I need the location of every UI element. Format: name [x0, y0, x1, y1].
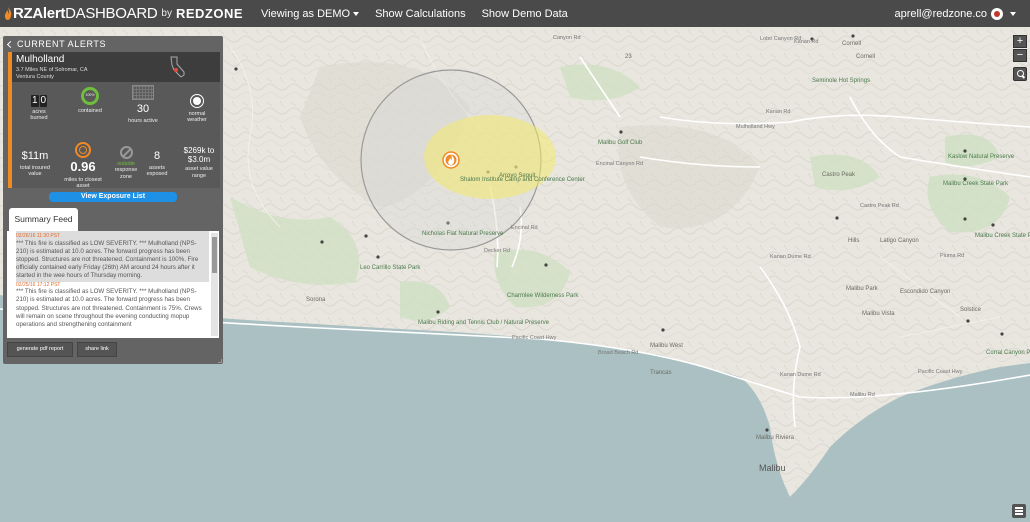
map-label: Hills — [848, 238, 860, 244]
panel-header[interactable]: CURRENT ALERTS — [6, 39, 106, 49]
feed-text: *** This fire is classified as LOW SEVER… — [16, 288, 202, 328]
zoom-in-button[interactable]: + — [1013, 35, 1027, 48]
map-label: Encinal Rd — [511, 225, 538, 231]
resize-handle-icon[interactable] — [218, 359, 222, 363]
feed-date: 02/26/16 11:30 PST — [16, 233, 61, 239]
zoom-out-button[interactable]: − — [1013, 49, 1027, 62]
ban-icon — [119, 146, 133, 159]
brand-by: by — [161, 8, 172, 19]
summary-feed[interactable]: 02/26/16 11:30 PST *** This fire is clas… — [7, 231, 219, 338]
map-label: Latigo Canyon — [880, 238, 919, 244]
map-label: Encinal Canyon Rd — [596, 161, 644, 167]
alert-card[interactable]: Mulholland 3.7 Miles NE of Solromar, CA … — [8, 52, 220, 190]
asset-range-stat: $269k to $3.0m asset value range — [183, 146, 215, 179]
feed-scrollbar[interactable] — [211, 233, 218, 336]
map-label: Malibu Creek State Park — [943, 181, 1009, 187]
map-label: Trancas — [650, 370, 672, 376]
tab-summary-feed[interactable]: Summary Feed — [9, 208, 78, 231]
feed-list: 02/26/16 11:30 PST *** This fire is clas… — [9, 231, 209, 338]
generate-pdf-report-button[interactable]: generate pdf report — [7, 342, 73, 357]
map-label: Pacific Coast Hwy — [512, 335, 557, 341]
weather-stat: normal weather — [182, 94, 212, 124]
flame-logo-icon — [4, 7, 12, 20]
contained-stat: contained — [74, 87, 106, 114]
brand-logo[interactable]: RZAlertDASHBOARD by REDZONE — [0, 0, 243, 27]
closest-asset-stat: 0.96 miles to closest asset — [64, 142, 102, 190]
alert-distance: 3.7 Miles NE of Solromar, CA — [16, 67, 88, 73]
map-label: Cornell — [856, 54, 876, 60]
california-state-icon — [170, 56, 185, 78]
user-avatar-icon — [991, 7, 1003, 20]
map-label: Malibu Riding and Tennis Club / Natural … — [418, 320, 549, 327]
map-label: 23 — [625, 54, 632, 60]
alert-name: Mulholland — [16, 54, 65, 65]
top-navbar: RZAlertDASHBOARD by REDZONE Viewing as D… — [0, 0, 1030, 27]
layers-icon[interactable] — [1012, 504, 1026, 518]
feed-item: 02/26/16 11:30 PST *** This fire is clas… — [16, 231, 209, 282]
map-label: Solstice — [960, 307, 982, 313]
caret-down-icon — [1010, 11, 1016, 16]
map-label: Malibu Park — [846, 286, 878, 292]
map-label: Kanan Rd — [794, 39, 819, 45]
target-icon — [75, 142, 91, 158]
user-email: aprell@redzone.co — [894, 7, 988, 20]
map-label: Sorona — [306, 297, 326, 303]
fire-marker-icon[interactable] — [442, 151, 460, 169]
map-label: Malibu — [759, 463, 786, 473]
alert-county: Ventura County — [16, 74, 54, 80]
contained-ring-icon — [81, 87, 99, 105]
map-label: Nicholas Flat Natural Preserve — [422, 231, 504, 237]
map-label: Broad Beach Rd — [598, 350, 639, 356]
map-label: Corral Canyon Park — [986, 350, 1030, 356]
viewing-as-dropdown[interactable]: Viewing as DEMO — [261, 8, 360, 20]
current-alerts-panel: CURRENT ALERTS Mulholland 3.7 Miles NE o… — [3, 36, 223, 364]
share-link-button[interactable]: share link — [77, 342, 117, 357]
map-label: Charmlee Wilderness Park — [507, 293, 579, 299]
map-label: Seminole Hot Springs — [812, 78, 871, 84]
feed-date: 02/25/16 17:12 PST — [16, 281, 61, 288]
caret-down-icon — [353, 11, 360, 16]
map-label: Castro Peak — [822, 172, 856, 178]
map-label: Malibu Vista — [862, 311, 895, 317]
response-zone-stat: outside response zone — [108, 146, 144, 180]
sun-icon — [193, 97, 201, 105]
map-label: Mulholland Hwy — [736, 124, 775, 130]
map-label: Malibu Rd — [850, 392, 875, 398]
map-label: Piuma Rd — [940, 253, 965, 259]
map-label: Malibu West — [650, 343, 683, 349]
map-search-button[interactable] — [1013, 67, 1027, 81]
show-calculations-link[interactable]: Show Calculations — [375, 8, 466, 20]
scrollbar-thumb[interactable] — [212, 237, 217, 273]
map-label: Kanan Dume Rd — [780, 372, 821, 378]
show-demo-data-link[interactable]: Show Demo Data — [482, 8, 568, 20]
map-label: Malibu Riviera — [756, 435, 795, 441]
user-menu[interactable]: aprell@redzone.co — [894, 0, 1016, 27]
view-exposure-list-button[interactable]: View Exposure List — [49, 192, 177, 202]
feed-item: 02/25/16 17:12 PST *** This fire is clas… — [16, 282, 209, 330]
map-label: Shalom Institute Camp and Conference Cen… — [460, 177, 585, 183]
map-label: Leo Carrillo State Park — [360, 265, 421, 271]
grid-icon — [132, 85, 154, 100]
map-label: Kanan Dume Rd — [770, 254, 811, 260]
brand-name: RZAlertDASHBOARD — [13, 5, 158, 22]
feed-text: *** This fire is classified as LOW SEVER… — [16, 239, 199, 280]
map-label: Kaslow Natural Preserve — [948, 154, 1015, 160]
map-label: Kanan Rd — [766, 109, 791, 115]
insured-value-stat: $11m total insured value — [20, 150, 50, 177]
map-label: Pacific Coast Hwy — [918, 369, 963, 375]
alert-title-bar: Mulholland 3.7 Miles NE of Solromar, CA … — [12, 52, 220, 82]
hours-active-stat: 30 hours active — [125, 85, 161, 124]
map-label: Malibu Golf Club — [598, 140, 643, 146]
map-label: Decker Rd — [484, 248, 510, 254]
map-label: Canyon Rd — [553, 35, 581, 41]
assets-exposed-stat: 8 assets exposed — [146, 150, 168, 177]
chevron-left-icon[interactable] — [6, 40, 15, 48]
map-label: Malibu Creek State Park — [975, 233, 1030, 239]
map-label: Escondido Canyon — [900, 289, 951, 295]
brand-redzone: REDZONE — [175, 6, 244, 21]
acres-burned-stat: 10 acres burned — [30, 95, 48, 121]
map-label: Cornell — [842, 41, 862, 47]
map-label: Castro Peak Rd — [860, 203, 899, 209]
